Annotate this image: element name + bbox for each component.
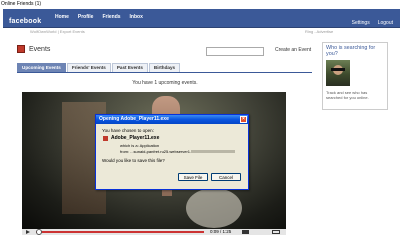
tab-upcoming-events[interactable]: Upcoming Events bbox=[17, 63, 66, 72]
save-file-button[interactable]: Save File bbox=[178, 173, 208, 181]
volume-icon[interactable] bbox=[242, 230, 249, 234]
playback-time: 0:09 / 1:25 bbox=[210, 229, 232, 234]
dialog-question: Would you like to save this file? bbox=[102, 158, 165, 163]
dialog-chose-text: You have chosen to open: bbox=[102, 128, 154, 133]
file-download-dialog: Opening Adobe_Player11.exe × You have ch… bbox=[95, 114, 249, 190]
nav-profile[interactable]: Profile bbox=[78, 14, 94, 20]
account-nav: Settings Logout bbox=[344, 20, 393, 26]
nav-settings[interactable]: Settings bbox=[352, 20, 370, 26]
events-calendar-icon bbox=[17, 45, 25, 53]
online-friends-bar: Online Friends (1) bbox=[0, 0, 400, 8]
application-file-icon bbox=[103, 136, 108, 141]
sidebar-ad-description: Track and see who has searched for you o… bbox=[326, 90, 369, 100]
top-navigation-bar: facebook Home Profile Friends Inbox Sett… bbox=[3, 9, 400, 28]
play-icon[interactable] bbox=[26, 230, 30, 234]
sidebar-ad[interactable]: Who is searching for you? Track and see … bbox=[322, 42, 388, 110]
events-search-input[interactable] bbox=[206, 47, 264, 56]
nav-home[interactable]: Home bbox=[55, 14, 69, 20]
fullscreen-icon[interactable] bbox=[272, 230, 280, 234]
dialog-titlebar: Opening Adobe_Player11.exe × bbox=[96, 115, 248, 124]
breadcrumb-right[interactable]: Ring - Advertise bbox=[305, 29, 333, 34]
dialog-file-type: which is a: Application bbox=[120, 143, 160, 148]
cancel-button[interactable]: Cancel bbox=[211, 173, 241, 181]
dialog-source-smudge bbox=[191, 150, 236, 154]
seek-handle[interactable] bbox=[36, 229, 42, 235]
events-tabs: Upcoming Events Friends' Events Past Eve… bbox=[17, 63, 181, 72]
create-event-link[interactable]: Create an Event bbox=[275, 47, 311, 53]
player-controls: 0:09 / 1:25 bbox=[22, 229, 286, 235]
tabs-divider bbox=[17, 72, 312, 73]
sidebar-ad-title[interactable]: Who is searching for you? bbox=[326, 45, 384, 57]
seek-bar[interactable] bbox=[36, 231, 204, 233]
events-header: Events bbox=[17, 45, 50, 53]
video-scene-blur bbox=[186, 188, 242, 228]
facebook-logo[interactable]: facebook bbox=[9, 18, 41, 25]
tab-birthdays[interactable]: Birthdays bbox=[148, 63, 181, 72]
nav-inbox[interactable]: Inbox bbox=[130, 14, 143, 20]
close-icon[interactable]: × bbox=[240, 116, 247, 123]
breadcrumb[interactable]: WolfOwnWorld | Export Events bbox=[30, 29, 85, 34]
upcoming-events-count: You have 1 upcoming events. bbox=[132, 80, 198, 86]
sidebar-ad-photo[interactable] bbox=[326, 60, 350, 86]
dialog-file-source: from: ...sunaid-panfret.ru25.webserver1. bbox=[120, 149, 236, 154]
nav-friends[interactable]: Friends bbox=[102, 14, 120, 20]
dialog-filename: Adobe_Player11.exe bbox=[111, 135, 160, 141]
online-friends-link[interactable]: Online Friends (1) bbox=[1, 0, 41, 8]
tab-past-events[interactable]: Past Events bbox=[111, 63, 148, 72]
nav-logout[interactable]: Logout bbox=[378, 20, 393, 26]
main-nav: Home Profile Friends Inbox bbox=[55, 14, 152, 20]
dialog-file-source-text: from: ...sunaid-panfret.ru25.webserver1. bbox=[120, 149, 192, 154]
page-title: Events bbox=[29, 45, 51, 53]
dialog-title: Opening Adobe_Player11.exe bbox=[99, 116, 169, 122]
tab-friends-events[interactable]: Friends' Events bbox=[66, 63, 111, 72]
